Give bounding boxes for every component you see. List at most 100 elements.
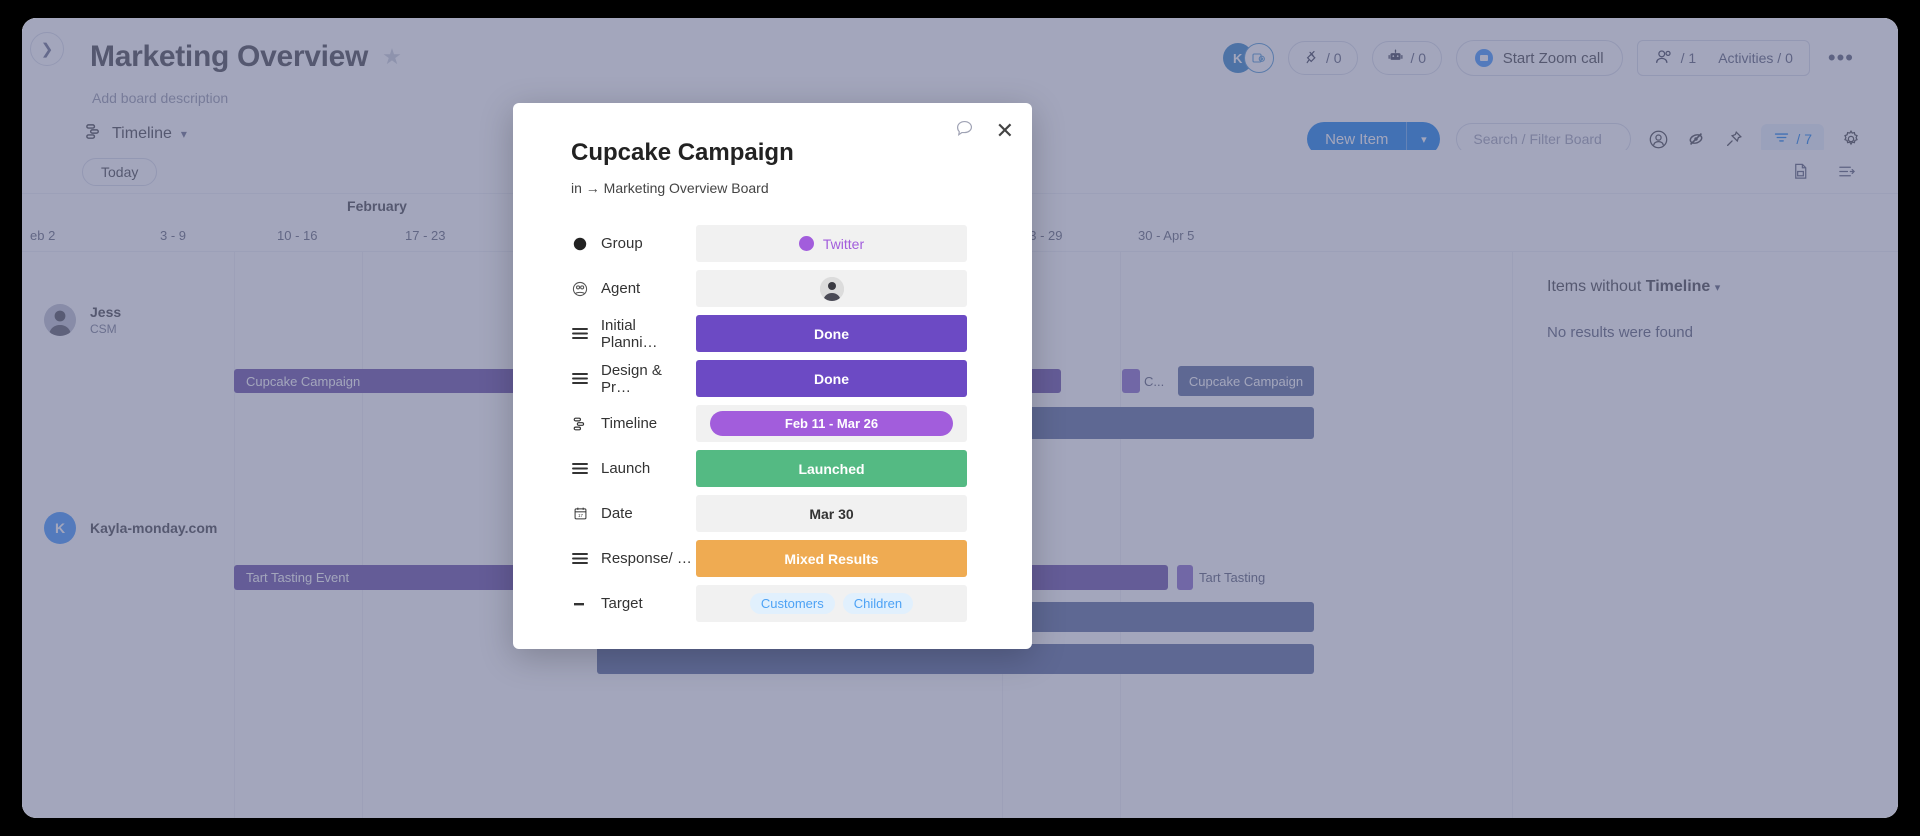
avatar-group[interactable]: K: [1222, 43, 1274, 73]
collapse-rows-icon[interactable]: [1837, 162, 1856, 186]
field-row-launch: Launch Launched: [571, 446, 1032, 491]
search-placeholder: Search / Filter Board: [1473, 131, 1602, 147]
activities-box[interactable]: / 1 Activities / 0: [1636, 40, 1810, 76]
status-lines-icon: [571, 372, 589, 385]
field-label: Group: [571, 235, 696, 252]
timeline-bar[interactable]: [1177, 565, 1193, 590]
automations-button[interactable]: / 0: [1371, 41, 1442, 75]
field-value-group[interactable]: Twitter: [696, 225, 967, 262]
invite-members-icon[interactable]: [1243, 43, 1274, 73]
field-value-initial-planning[interactable]: Done: [696, 315, 967, 352]
week-tick: 10 - 16: [277, 228, 318, 243]
status-lines-icon: [571, 462, 589, 475]
timeline-view-icon: [84, 122, 103, 146]
week-tick: eb 2: [30, 228, 56, 243]
start-zoom-call-label: Start Zoom call: [1502, 49, 1604, 67]
tab-timeline[interactable]: Timeline ▾: [84, 122, 187, 146]
field-row-timeline: Timeline Feb 11 - Mar 26: [571, 401, 1032, 446]
people-icon: [1654, 48, 1674, 69]
comment-bubble-icon[interactable]: [954, 117, 976, 144]
person-filter-icon[interactable]: [1647, 128, 1669, 150]
star-icon[interactable]: ★: [382, 46, 402, 68]
chevron-down-icon[interactable]: ▾: [181, 127, 187, 141]
filter-icon: [1773, 129, 1790, 149]
field-value-date[interactable]: Mar 30: [696, 495, 967, 532]
tag-item[interactable]: Children: [842, 593, 914, 614]
modal-subtitle: in → Marketing Overview Board: [571, 180, 769, 196]
empty-state-message: No results were found: [1547, 324, 1693, 341]
field-row-group: Group Twitter: [571, 221, 1032, 266]
group-color-dot: [798, 236, 814, 251]
timeline-bar[interactable]: [1122, 369, 1140, 393]
week-tick: 3 - 9: [160, 228, 187, 243]
timeline-bar[interactable]: Cupcake Campaign: [1178, 366, 1314, 396]
field-row-target: Target Customers Children: [571, 581, 1032, 626]
person-row-kayla[interactable]: K Kayla-monday.com: [44, 512, 217, 544]
zoom-video-icon: [1474, 49, 1493, 67]
grid-line: [362, 252, 363, 818]
person-row-jess[interactable]: Jess CSM: [44, 304, 121, 336]
sidebar-collapse-button[interactable]: ❯: [30, 32, 64, 66]
timeline-icon: [571, 416, 589, 432]
field-value-launch[interactable]: Launched: [696, 450, 967, 487]
field-value-target[interactable]: Customers Children: [696, 585, 967, 622]
group-dot-icon: [571, 237, 589, 251]
field-label: Timeline: [571, 415, 696, 432]
field-label-text: Date: [601, 505, 633, 522]
activities-label: Activities / 0: [1718, 50, 1793, 66]
field-value-design-production[interactable]: Done: [696, 360, 967, 397]
status-lines-icon: [571, 327, 589, 340]
field-label: Response/ …: [571, 550, 696, 567]
start-zoom-call-button[interactable]: Start Zoom call: [1455, 40, 1623, 76]
tab-timeline-label: Timeline: [112, 125, 172, 142]
field-value-timeline[interactable]: Feb 11 - Mar 26: [696, 405, 967, 442]
export-doc-icon[interactable]: [1791, 162, 1810, 186]
svg-text:17: 17: [578, 513, 583, 518]
field-label: Initial Planni…: [571, 317, 696, 351]
field-value-agent[interactable]: [696, 270, 967, 307]
integrations-count: / 0: [1325, 50, 1342, 66]
tag-item[interactable]: Customers: [749, 593, 835, 614]
field-label: Target: [571, 595, 696, 612]
field-label-text: Initial Planni…: [600, 316, 658, 351]
board-title-row: Marketing Overview ★: [90, 40, 402, 74]
avatar: [44, 304, 76, 336]
field-label: Design & Pr…: [571, 362, 696, 396]
items-without-timeline-panel: Items without Timeline ▾ No results were…: [1512, 252, 1898, 818]
right-panel-title[interactable]: Items without Timeline ▾: [1547, 278, 1864, 296]
filter-count: / 7: [1796, 131, 1812, 147]
field-label-text: Launch: [601, 460, 651, 477]
person-name: Kayla-monday.com: [90, 520, 218, 536]
field-row-initial-planning: Initial Planni… Done: [571, 311, 1032, 356]
automations-robot-icon: [1387, 48, 1404, 68]
gear-icon[interactable]: [1840, 128, 1862, 150]
header-actions: K / 0 / 0 Start Zoom call / 1 Activities…: [1222, 40, 1858, 76]
field-row-response: Response/ … Mixed Results: [571, 536, 1032, 581]
automations-count: / 0: [1410, 50, 1427, 66]
modal-title: Cupcake Campaign: [571, 139, 794, 166]
hide-eye-icon[interactable]: [1685, 128, 1707, 150]
pin-icon[interactable]: [1723, 128, 1745, 150]
field-value-response[interactable]: Mixed Results: [696, 540, 967, 577]
today-button[interactable]: Today: [82, 158, 158, 186]
member-count: / 1: [1680, 50, 1697, 66]
week-tick: 30 - Apr 5: [1138, 228, 1195, 243]
field-label-text: Group: [601, 235, 643, 252]
right-panel-title-bold: Timeline: [1645, 278, 1711, 295]
field-label: Launch: [571, 460, 696, 477]
agent-icon: [571, 281, 589, 297]
page-title: Marketing Overview: [90, 40, 369, 73]
avatar: [819, 276, 844, 301]
integrations-button[interactable]: / 0: [1287, 41, 1358, 75]
board-members[interactable]: / 1: [1654, 48, 1697, 69]
group-name: Twitter: [822, 235, 865, 252]
caret-down-icon[interactable]: ▾: [1715, 282, 1721, 294]
avatar: K: [44, 512, 76, 544]
board-description[interactable]: Add board description: [92, 90, 228, 106]
field-label-text: Response/ …: [601, 550, 692, 567]
calendar-icon: 17: [571, 506, 589, 521]
field-row-date: 17 Date Mar 30: [571, 491, 1032, 536]
more-options-button[interactable]: •••: [1824, 45, 1858, 71]
field-label-text: Design & Pr…: [601, 361, 662, 396]
close-icon[interactable]: ✕: [996, 119, 1014, 142]
